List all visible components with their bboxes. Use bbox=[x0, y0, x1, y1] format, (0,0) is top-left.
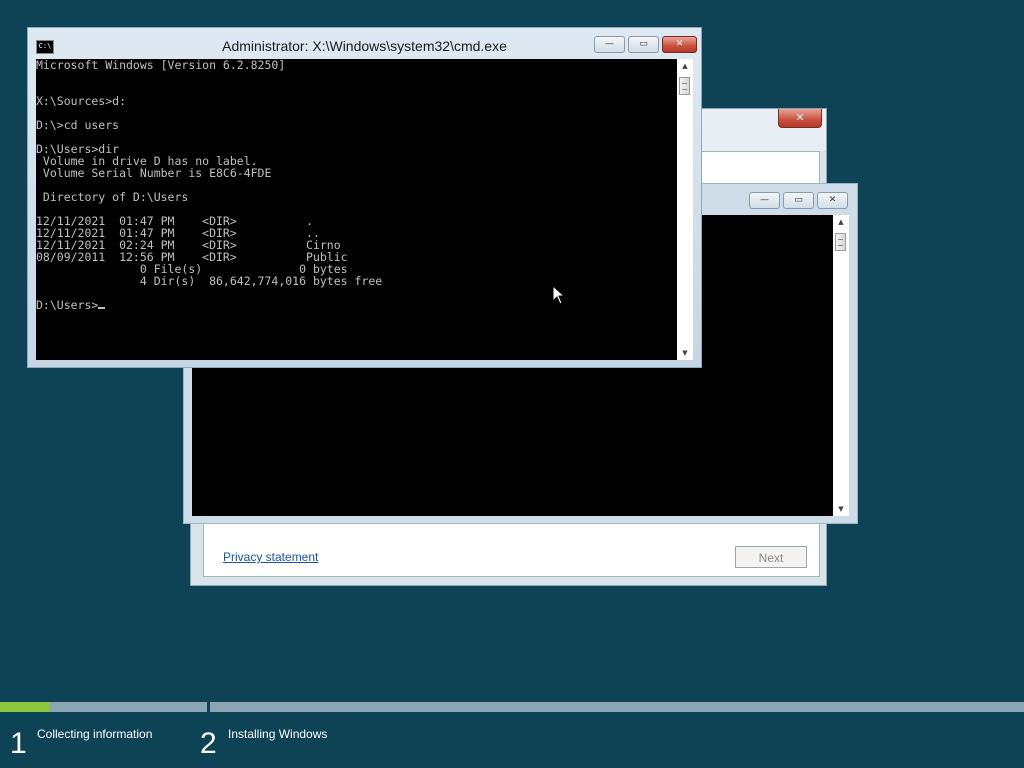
progress-segment-installing bbox=[210, 702, 1024, 712]
cmd-titlebar[interactable]: C:\ Administrator: X:\Windows\system32\c… bbox=[28, 28, 701, 59]
privacy-statement-link[interactable]: Privacy statement bbox=[223, 550, 318, 564]
maximize-button[interactable]: ▭ bbox=[783, 192, 814, 209]
step-2-label: Installing Windows bbox=[228, 727, 328, 741]
minimize-button[interactable]: — bbox=[749, 192, 780, 209]
console-prompt: D:\Users> bbox=[36, 298, 99, 312]
step-1-label: Collecting information bbox=[37, 727, 153, 741]
console-area[interactable]: Microsoft Windows [Version 6.2.8250] X:\… bbox=[36, 59, 677, 360]
setup-close-button[interactable]: ✕ bbox=[778, 109, 822, 128]
cmd-window: C:\ Administrator: X:\Windows\system32\c… bbox=[27, 27, 702, 368]
desktop: ✕ Privacy statement Next — ▭ ✕ ▲ ▼ C:\ A… bbox=[0, 0, 1024, 768]
progress-fill bbox=[0, 702, 50, 712]
scroll-down-icon[interactable]: ▼ bbox=[833, 504, 849, 514]
minimize-button[interactable]: — bbox=[594, 36, 625, 53]
mouse-pointer-icon bbox=[552, 285, 566, 305]
maximize-button[interactable]: ▭ bbox=[628, 36, 659, 53]
step-2-number: 2 bbox=[200, 727, 217, 760]
scroll-up-icon[interactable]: ▲ bbox=[833, 217, 849, 227]
close-button[interactable]: ✕ bbox=[662, 36, 697, 53]
vertical-scrollbar[interactable]: ▲ ▼ bbox=[833, 215, 849, 516]
scroll-up-icon[interactable]: ▲ bbox=[677, 61, 693, 71]
text-cursor bbox=[98, 307, 106, 309]
vertical-scrollbar[interactable]: ▲ ▼ bbox=[677, 59, 693, 360]
progress-segment-collecting bbox=[0, 702, 207, 712]
scroll-thumb[interactable] bbox=[679, 77, 690, 95]
setup-progress bbox=[0, 702, 1024, 712]
step-1-number: 1 bbox=[10, 727, 27, 760]
close-button[interactable]: ✕ bbox=[817, 192, 848, 209]
scroll-down-icon[interactable]: ▼ bbox=[677, 348, 693, 358]
scroll-thumb[interactable] bbox=[835, 233, 846, 251]
console-output: Microsoft Windows [Version 6.2.8250] X:\… bbox=[36, 59, 383, 312]
next-button[interactable]: Next bbox=[735, 546, 807, 568]
